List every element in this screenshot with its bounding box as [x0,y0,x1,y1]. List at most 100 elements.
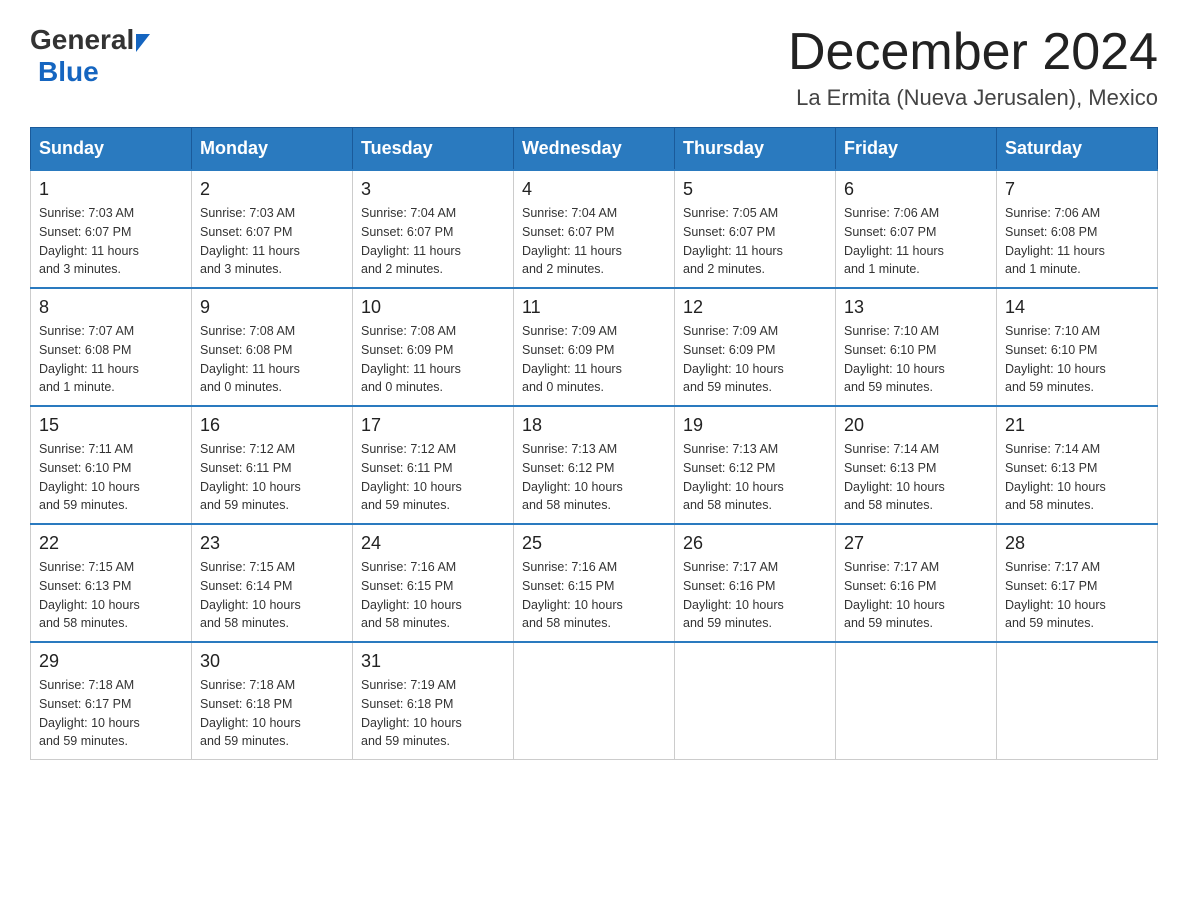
day-info: Sunrise: 7:14 AM Sunset: 6:13 PM Dayligh… [1005,440,1149,515]
day-number: 10 [361,297,505,318]
calendar-day-26: 26 Sunrise: 7:17 AM Sunset: 6:16 PM Dayli… [675,524,836,642]
day-info: Sunrise: 7:06 AM Sunset: 6:08 PM Dayligh… [1005,204,1149,279]
day-info: Sunrise: 7:18 AM Sunset: 6:18 PM Dayligh… [200,676,344,751]
day-info: Sunrise: 7:11 AM Sunset: 6:10 PM Dayligh… [39,440,183,515]
calendar-day-6: 6 Sunrise: 7:06 AM Sunset: 6:07 PM Daylig… [836,170,997,288]
day-info: Sunrise: 7:09 AM Sunset: 6:09 PM Dayligh… [683,322,827,397]
logo-blue-text: Blue [34,56,99,87]
day-number: 27 [844,533,988,554]
logo: General Blue [30,24,150,88]
calendar-day-13: 13 Sunrise: 7:10 AM Sunset: 6:10 PM Dayli… [836,288,997,406]
day-number: 19 [683,415,827,436]
day-number: 18 [522,415,666,436]
calendar-day-25: 25 Sunrise: 7:16 AM Sunset: 6:15 PM Dayli… [514,524,675,642]
day-number: 12 [683,297,827,318]
day-info: Sunrise: 7:14 AM Sunset: 6:13 PM Dayligh… [844,440,988,515]
calendar-day-15: 15 Sunrise: 7:11 AM Sunset: 6:10 PM Dayli… [31,406,192,524]
day-number: 21 [1005,415,1149,436]
calendar-day-16: 16Sunrise: 7:12 AM Sunset: 6:11 PM Dayli… [192,406,353,524]
day-number: 9 [200,297,344,318]
day-info: Sunrise: 7:15 AM Sunset: 6:14 PM Dayligh… [200,558,344,633]
day-info: Sunrise: 7:16 AM Sunset: 6:15 PM Dayligh… [522,558,666,633]
day-info: Sunrise: 7:08 AM Sunset: 6:09 PM Dayligh… [361,322,505,397]
day-number: 3 [361,179,505,200]
title-area: December 2024 La Ermita (Nueva Jerusalen… [788,24,1158,111]
calendar-day-7: 7 Sunrise: 7:06 AM Sunset: 6:08 PM Daylig… [997,170,1158,288]
day-number: 8 [39,297,183,318]
weekday-header-saturday: Saturday [997,128,1158,171]
day-number: 7 [1005,179,1149,200]
day-info: Sunrise: 7:04 AM Sunset: 6:07 PM Dayligh… [361,204,505,279]
calendar-day-19: 19 Sunrise: 7:13 AM Sunset: 6:12 PM Dayli… [675,406,836,524]
calendar-day-11: 11 Sunrise: 7:09 AM Sunset: 6:09 PM Dayli… [514,288,675,406]
calendar-day-24: 24Sunrise: 7:16 AM Sunset: 6:15 PM Dayli… [353,524,514,642]
day-info: Sunrise: 7:03 AM Sunset: 6:07 PM Dayligh… [39,204,183,279]
day-info: Sunrise: 7:05 AM Sunset: 6:07 PM Dayligh… [683,204,827,279]
weekday-header-friday: Friday [836,128,997,171]
day-number: 4 [522,179,666,200]
calendar-day-21: 21 Sunrise: 7:14 AM Sunset: 6:13 PM Dayli… [997,406,1158,524]
day-info: Sunrise: 7:04 AM Sunset: 6:07 PM Dayligh… [522,204,666,279]
day-info: Sunrise: 7:17 AM Sunset: 6:16 PM Dayligh… [683,558,827,633]
calendar-day-4: 4 Sunrise: 7:04 AM Sunset: 6:07 PM Daylig… [514,170,675,288]
calendar-day-3: 3 Sunrise: 7:04 AM Sunset: 6:07 PM Daylig… [353,170,514,288]
day-number: 5 [683,179,827,200]
day-number: 6 [844,179,988,200]
calendar-day-1: 1 Sunrise: 7:03 AM Sunset: 6:07 PM Daylig… [31,170,192,288]
calendar-day-12: 12 Sunrise: 7:09 AM Sunset: 6:09 PM Dayli… [675,288,836,406]
day-number: 17 [361,415,505,436]
day-number: 14 [1005,297,1149,318]
empty-cell [836,642,997,760]
calendar-day-30: 30Sunrise: 7:18 AM Sunset: 6:18 PM Dayli… [192,642,353,760]
calendar-day-31: 31 Sunrise: 7:19 AM Sunset: 6:18 PM Dayli… [353,642,514,760]
day-info: Sunrise: 7:08 AM Sunset: 6:08 PM Dayligh… [200,322,344,397]
day-number: 24 [361,533,505,554]
empty-cell [675,642,836,760]
day-number: 31 [361,651,505,672]
day-info: Sunrise: 7:17 AM Sunset: 6:17 PM Dayligh… [1005,558,1149,633]
calendar-day-29: 29 Sunrise: 7:18 AM Sunset: 6:17 PM Dayli… [31,642,192,760]
weekday-header-tuesday: Tuesday [353,128,514,171]
weekday-header-thursday: Thursday [675,128,836,171]
day-info: Sunrise: 7:15 AM Sunset: 6:13 PM Dayligh… [39,558,183,633]
calendar-day-18: 18Sunrise: 7:13 AM Sunset: 6:12 PM Dayli… [514,406,675,524]
empty-cell [514,642,675,760]
calendar-day-20: 20Sunrise: 7:14 AM Sunset: 6:13 PM Dayli… [836,406,997,524]
empty-cell [997,642,1158,760]
calendar-day-8: 8 Sunrise: 7:07 AM Sunset: 6:08 PM Daylig… [31,288,192,406]
day-info: Sunrise: 7:13 AM Sunset: 6:12 PM Dayligh… [683,440,827,515]
logo-triangle-icon [136,34,150,52]
day-number: 13 [844,297,988,318]
calendar-table: SundayMondayTuesdayWednesdayThursdayFrid… [30,127,1158,760]
day-info: Sunrise: 7:06 AM Sunset: 6:07 PM Dayligh… [844,204,988,279]
day-info: Sunrise: 7:10 AM Sunset: 6:10 PM Dayligh… [844,322,988,397]
location-text: La Ermita (Nueva Jerusalen), Mexico [788,85,1158,111]
day-info: Sunrise: 7:09 AM Sunset: 6:09 PM Dayligh… [522,322,666,397]
calendar-day-23: 23 Sunrise: 7:15 AM Sunset: 6:14 PM Dayli… [192,524,353,642]
page-header: General Blue December 2024 La Ermita (Nu… [30,24,1158,111]
day-number: 29 [39,651,183,672]
day-number: 16 [200,415,344,436]
day-number: 15 [39,415,183,436]
calendar-day-5: 5 Sunrise: 7:05 AM Sunset: 6:07 PM Daylig… [675,170,836,288]
day-info: Sunrise: 7:12 AM Sunset: 6:11 PM Dayligh… [361,440,505,515]
calendar-day-17: 17 Sunrise: 7:12 AM Sunset: 6:11 PM Dayli… [353,406,514,524]
day-info: Sunrise: 7:19 AM Sunset: 6:18 PM Dayligh… [361,676,505,751]
calendar-day-2: 2Sunrise: 7:03 AM Sunset: 6:07 PM Daylig… [192,170,353,288]
day-info: Sunrise: 7:10 AM Sunset: 6:10 PM Dayligh… [1005,322,1149,397]
day-number: 26 [683,533,827,554]
day-info: Sunrise: 7:17 AM Sunset: 6:16 PM Dayligh… [844,558,988,633]
day-number: 11 [522,297,666,318]
day-number: 23 [200,533,344,554]
calendar-day-9: 9 Sunrise: 7:08 AM Sunset: 6:08 PM Daylig… [192,288,353,406]
day-number: 1 [39,179,183,200]
day-number: 2 [200,179,344,200]
day-number: 22 [39,533,183,554]
day-info: Sunrise: 7:18 AM Sunset: 6:17 PM Dayligh… [39,676,183,751]
day-number: 28 [1005,533,1149,554]
day-info: Sunrise: 7:07 AM Sunset: 6:08 PM Dayligh… [39,322,183,397]
day-number: 25 [522,533,666,554]
weekday-header-monday: Monday [192,128,353,171]
weekday-header-sunday: Sunday [31,128,192,171]
calendar-day-22: 22 Sunrise: 7:15 AM Sunset: 6:13 PM Dayli… [31,524,192,642]
